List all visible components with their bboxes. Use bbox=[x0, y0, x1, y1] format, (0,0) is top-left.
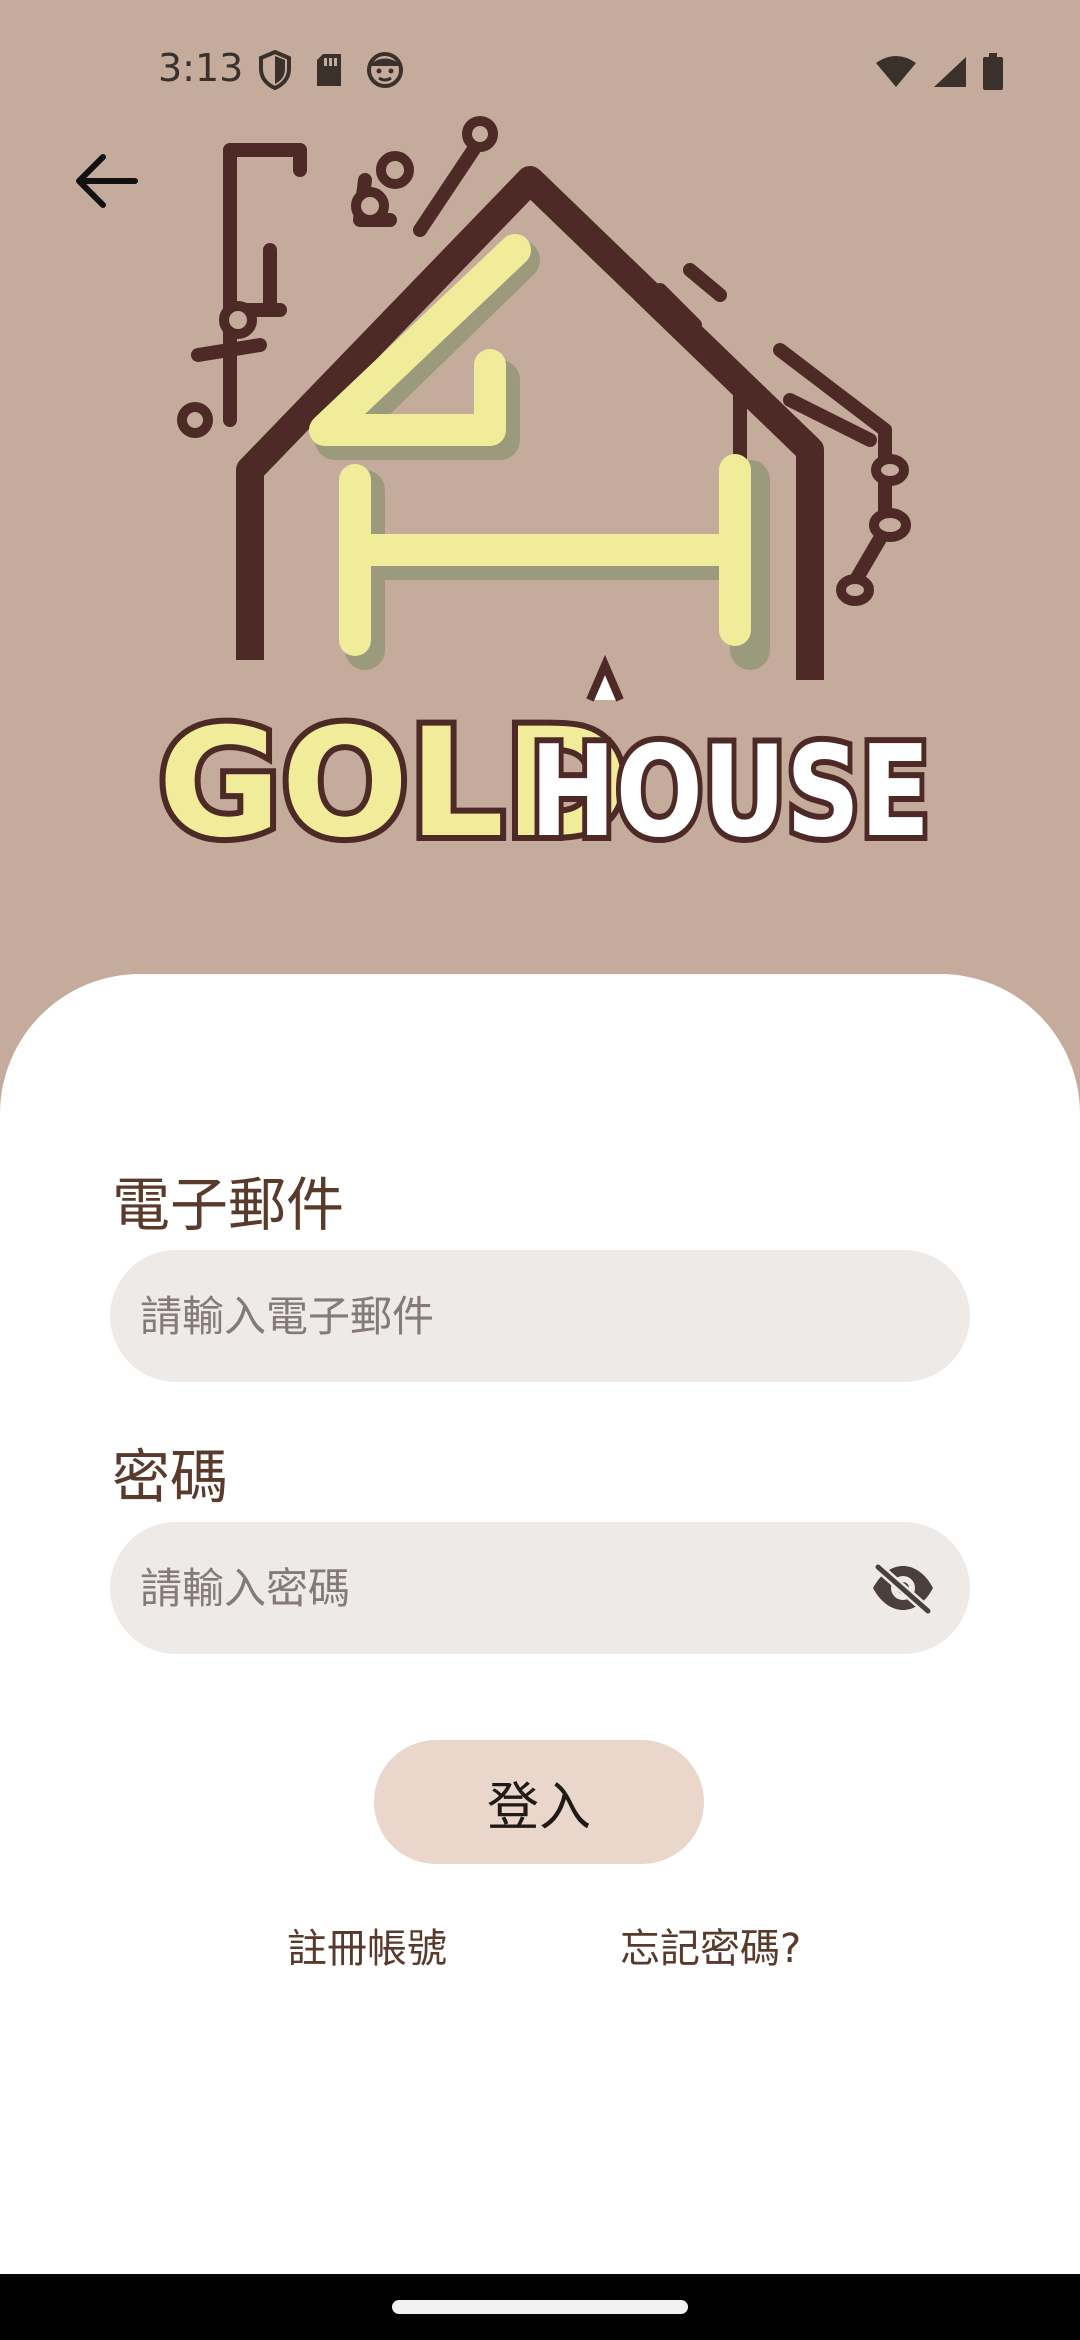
register-link[interactable]: 註冊帳號 bbox=[287, 1916, 447, 1974]
wifi-icon bbox=[876, 56, 916, 87]
password-visibility-toggle[interactable] bbox=[864, 1556, 942, 1620]
arrow-back-icon bbox=[76, 154, 138, 208]
status-time: 3:13 bbox=[158, 46, 244, 90]
face-icon bbox=[367, 52, 403, 88]
logo-house-text: HOUSE bbox=[530, 718, 930, 865]
email-label: 電子郵件 bbox=[112, 1171, 345, 1239]
eye-off-icon bbox=[873, 1562, 933, 1615]
password-label: 密碼 bbox=[112, 1443, 229, 1511]
back-button[interactable] bbox=[62, 138, 148, 224]
home-indicator[interactable] bbox=[392, 2300, 688, 2314]
signal-icon bbox=[934, 57, 966, 87]
shield-icon bbox=[259, 50, 291, 90]
password-field[interactable] bbox=[110, 1522, 970, 1654]
email-field[interactable] bbox=[110, 1250, 970, 1382]
status-icons-right bbox=[874, 50, 1004, 94]
status-icons-left bbox=[258, 48, 404, 92]
app-logo: GOLD HOUSE bbox=[152, 116, 936, 870]
login-button[interactable]: 登入 bbox=[374, 1740, 704, 1864]
sd-card-icon bbox=[317, 54, 341, 86]
forgot-password-link[interactable]: 忘記密碼? bbox=[620, 1916, 801, 1974]
battery-icon bbox=[983, 53, 1003, 90]
